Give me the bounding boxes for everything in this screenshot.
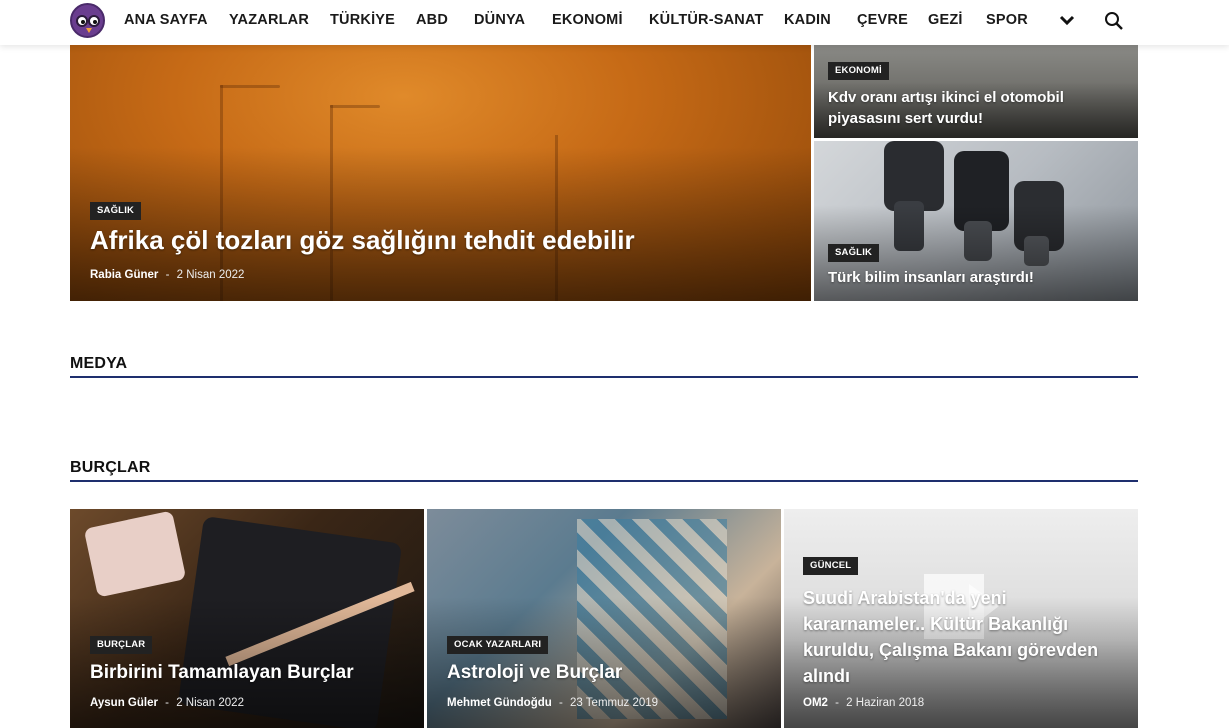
nav-item-ana-sayfa[interactable]: ANA SAYFA xyxy=(124,12,208,28)
owl-eye-right xyxy=(88,15,100,27)
section-title-burclar[interactable]: BURÇLAR xyxy=(70,459,1138,477)
side-article-card-top[interactable]: EKONOMİ Kdv oranı artışı ikinci el otomo… xyxy=(814,45,1138,138)
title-line: kuruldu, Çalışma Bakanı görevden xyxy=(803,640,1099,660)
title-line: Kdv oranı artışı ikinci el otomobil xyxy=(828,89,1064,106)
title-line: kararnameler.. Kültür Bakanlığı xyxy=(803,614,1069,634)
category-badge[interactable]: BURÇLAR xyxy=(90,636,153,654)
hero-meta: Rabia Güner - 2 Nisan 2022 xyxy=(90,269,244,281)
section-divider xyxy=(70,376,1138,378)
owl-beak xyxy=(86,28,92,33)
card-title[interactable]: Astroloji ve Burçlar xyxy=(447,662,622,684)
meta-separator: - xyxy=(835,697,839,709)
nav-item-spor[interactable]: SPOR xyxy=(986,12,1028,28)
hero-title[interactable]: Afrika çöl tozları göz sağlığını tehdit … xyxy=(90,225,635,256)
street-lamp-decor xyxy=(330,105,380,108)
meta-separator: - xyxy=(558,697,563,709)
nav-item-turkiye[interactable]: TÜRKİYE xyxy=(330,12,395,28)
side-top-title[interactable]: Kdv oranı artışı ikinci el otomobil piya… xyxy=(828,87,1064,129)
card-meta: OM2 - 2 Haziran 2018 xyxy=(803,697,924,709)
card-title[interactable]: Birbirini Tamamlayan Burçlar xyxy=(90,662,354,684)
post-date: 2 Haziran 2018 xyxy=(846,697,925,709)
author-link[interactable]: Aysun Güler xyxy=(90,697,158,709)
nav-item-kultur-sanat[interactable]: KÜLTÜR-SANAT xyxy=(649,12,764,28)
author-link[interactable]: Mehmet Gündoğdu xyxy=(447,697,552,709)
side-article-card-bottom[interactable]: SAĞLIK Türk bilim insanları araştırdı! xyxy=(814,141,1138,301)
article-card[interactable]: BURÇLAR Birbirini Tamamlayan Burçlar Ays… xyxy=(70,509,424,728)
card-title[interactable]: Suudi Arabistan'da yeni kararnameler.. K… xyxy=(803,585,1098,689)
author-link[interactable]: OM2 xyxy=(803,697,828,709)
title-line: piyasasını sert vurdu! xyxy=(828,110,984,127)
post-date: 23 Temmuz 2019 xyxy=(570,697,659,709)
title-line: alındı xyxy=(803,666,851,686)
nav-item-dunya[interactable]: DÜNYA xyxy=(474,12,525,28)
card-meta: Mehmet Gündoğdu - 23 Temmuz 2019 xyxy=(447,697,658,709)
nav-item-yazarlar[interactable]: YAZARLAR xyxy=(229,12,309,28)
category-badge[interactable]: SAĞLIK xyxy=(828,244,880,262)
article-card[interactable]: OCAK YAZARLARI Astroloji ve Burçlar Mehm… xyxy=(427,509,781,728)
hero-article-card[interactable]: SAĞLIK Afrika çöl tozları göz sağlığını … xyxy=(70,45,811,301)
nav-item-kadin[interactable]: KADIN xyxy=(784,12,831,28)
owl-eye-left xyxy=(76,15,88,27)
post-date: 2 Nisan 2022 xyxy=(176,697,244,709)
owl-logo[interactable] xyxy=(70,3,105,38)
nav-item-gezi[interactable]: GEZİ xyxy=(928,12,963,28)
category-badge[interactable]: OCAK YAZARLARI xyxy=(447,636,549,654)
category-badge[interactable]: SAĞLIK xyxy=(90,202,142,220)
crystal-decor xyxy=(83,510,187,598)
article-card[interactable]: GÜNCEL Suudi Arabistan'da yeni kararname… xyxy=(784,509,1138,728)
meta-separator: - xyxy=(165,269,170,281)
nav-item-abd[interactable]: ABD xyxy=(416,12,448,28)
search-icon[interactable] xyxy=(1104,11,1124,31)
meta-separator: - xyxy=(165,697,169,709)
title-line: Suudi Arabistan'da yeni xyxy=(803,588,1007,608)
street-lamp-decor xyxy=(220,85,280,88)
section-title-medya[interactable]: MEDYA xyxy=(70,355,1138,373)
nav-item-ekonomi[interactable]: EKONOMİ xyxy=(552,12,623,28)
category-badge[interactable]: EKONOMİ xyxy=(828,62,889,80)
category-badge[interactable]: GÜNCEL xyxy=(803,557,859,575)
section-divider xyxy=(70,480,1138,482)
side-bottom-title[interactable]: Türk bilim insanları araştırdı! xyxy=(828,269,1034,286)
chevron-down-icon[interactable] xyxy=(1059,12,1075,28)
author-link[interactable]: Rabia Güner xyxy=(90,269,158,281)
card-meta: Aysun Güler - 2 Nisan 2022 xyxy=(90,697,244,709)
top-navbar: ANA SAYFA YAZARLAR TÜRKİYE ABD DÜNYA EKO… xyxy=(0,0,1229,45)
post-date: 2 Nisan 2022 xyxy=(176,269,245,281)
nav-item-cevre[interactable]: ÇEVRE xyxy=(857,12,908,28)
